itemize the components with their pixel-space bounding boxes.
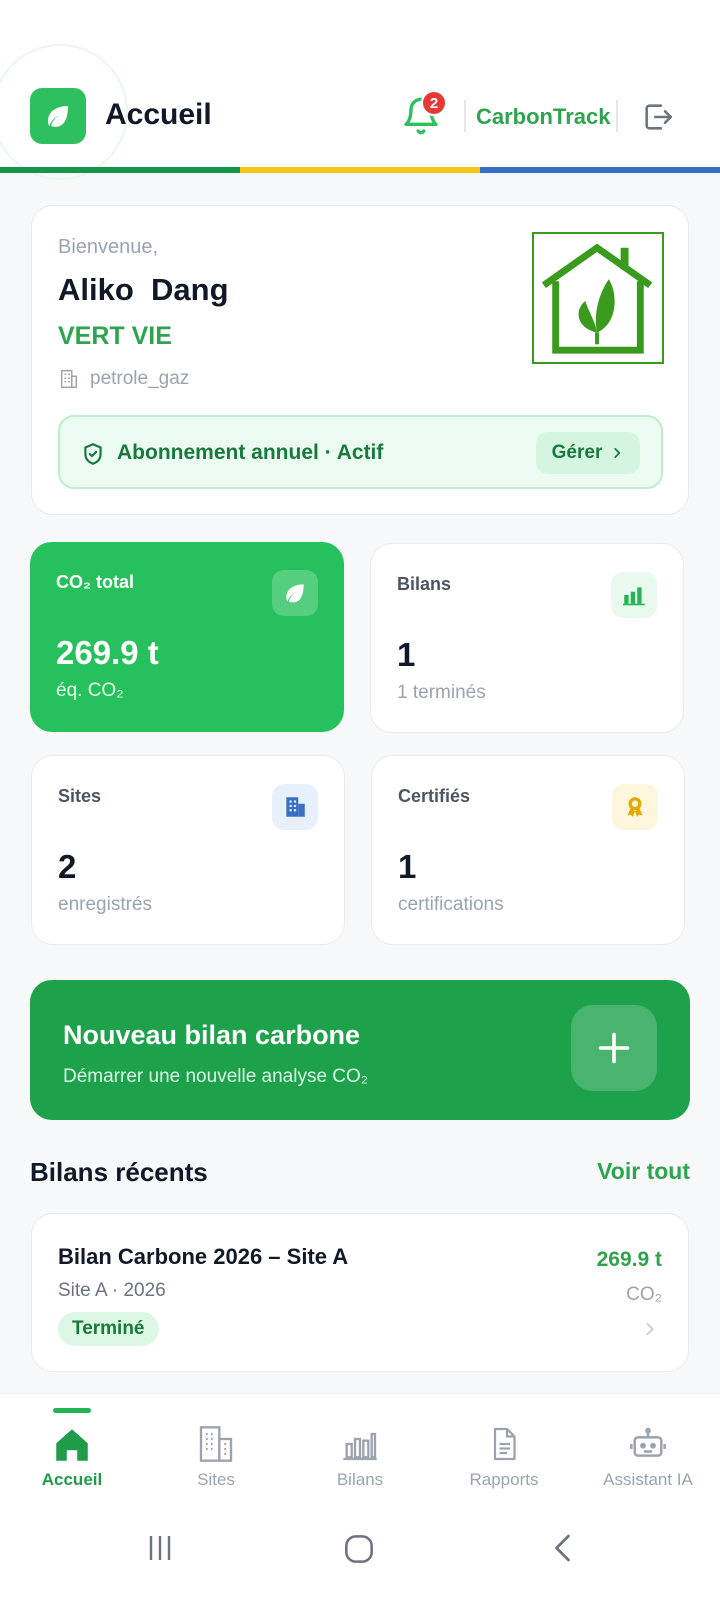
report-value: 269.9 t: [596, 1248, 662, 1271]
stat-bilans[interactable]: Bilans 1 1 terminés: [370, 543, 684, 733]
chevron-right-icon: [646, 1322, 654, 1336]
building-icon: [272, 784, 318, 830]
stat-sub: éq. CO₂: [56, 680, 124, 701]
nav-item-bilans[interactable]: Bilans: [288, 1394, 432, 1501]
bar-chart-icon: [343, 1432, 377, 1461]
manage-subscription-button[interactable]: Gérer: [536, 432, 640, 474]
nav-label: Assistant IA: [603, 1470, 693, 1489]
recent-apps-icon[interactable]: [142, 1530, 178, 1566]
greeting: Bienvenue,: [58, 236, 159, 258]
robot-icon: [630, 1427, 666, 1457]
nav-label: Bilans: [336, 1470, 384, 1489]
stat-certified[interactable]: Certifiés 1 certifications: [371, 755, 685, 945]
document-icon: [493, 1427, 516, 1461]
chevron-right-icon: [614, 448, 621, 458]
header-divider: [464, 100, 466, 132]
app-header: Accueil 2 CarbonTrack: [0, 0, 720, 180]
report-title: Bilan Carbone 2026 – Site A: [58, 1244, 349, 1269]
sector-row: petrole_gaz: [58, 368, 189, 390]
back-icon[interactable]: [546, 1530, 582, 1566]
stat-label: CO₂ total: [56, 572, 134, 592]
brand-name: CarbonTrack: [476, 104, 611, 129]
nav-item-sites[interactable]: Sites: [144, 1394, 288, 1501]
list-item[interactable]: Bilan Carbone 2026 – Site A Site A · 202…: [31, 1213, 689, 1372]
user-name: Aliko Dang: [58, 272, 229, 307]
active-indicator: [53, 1408, 91, 1413]
report-unit: CO₂: [626, 1284, 662, 1305]
stat-label: Certifiés: [398, 786, 471, 806]
nav-label: Rapports: [469, 1470, 539, 1489]
company-name: VERT VIE: [58, 322, 172, 350]
nav-item-home[interactable]: Accueil: [0, 1394, 144, 1501]
home-button-icon[interactable]: [340, 1530, 378, 1568]
page-title: Accueil: [105, 98, 212, 131]
nav-item-assistant[interactable]: Assistant IA: [576, 1394, 720, 1501]
bottom-nav: Accueil Sites Bilans Rapports Assistant …: [0, 1393, 720, 1500]
subscription-banner: Abonnement annuel · Actif Gérer: [58, 415, 663, 489]
plus-icon: [571, 1005, 657, 1091]
subscription-status: Abonnement annuel · Actif: [117, 441, 384, 464]
nav-label: Accueil: [41, 1470, 103, 1489]
shield-check-icon: [84, 443, 102, 465]
stat-label: Bilans: [397, 574, 452, 594]
nav-item-rapports[interactable]: Rapports: [432, 1394, 576, 1501]
stat-sites[interactable]: Sites 2 enregistrés: [31, 755, 345, 945]
section-title: Bilans récents: [30, 1157, 208, 1187]
stat-sub: 1 terminés: [397, 682, 486, 703]
stat-sub: enregistrés: [58, 894, 152, 915]
manage-label: Gérer: [551, 442, 603, 463]
company-logo: [532, 232, 664, 364]
report-subtitle: Site A · 2026: [58, 1280, 166, 1301]
app-logo[interactable]: [30, 88, 86, 144]
bar-chart-icon: [611, 572, 657, 618]
home-icon: [56, 1429, 88, 1461]
stat-sub: certifications: [398, 894, 504, 915]
welcome-card: Bienvenue, Aliko Dang VERT VIE petrole_g…: [31, 205, 689, 515]
header-divider: [616, 100, 618, 132]
award-icon: [612, 784, 658, 830]
leaf-icon: [48, 106, 68, 127]
leaf-icon: [272, 570, 318, 616]
stat-value: 1: [398, 848, 417, 885]
logout-icon[interactable]: [640, 100, 676, 134]
cta-title: Nouveau bilan carbone: [63, 1020, 361, 1050]
stat-value: 1: [397, 636, 416, 673]
stat-value: 2: [58, 848, 77, 885]
stat-label: Sites: [58, 786, 102, 806]
accent-bar: [0, 167, 720, 173]
system-nav-bar: [0, 1500, 720, 1600]
status-badge: Terminé: [58, 1312, 159, 1346]
notification-badge: 2: [421, 90, 447, 116]
see-all-link[interactable]: Voir tout: [597, 1158, 690, 1185]
stat-co2-total[interactable]: CO₂ total 269.9 t éq. CO₂: [30, 542, 344, 732]
stat-value: 269.9 t: [56, 634, 159, 671]
cta-subtitle: Démarrer une nouvelle analyse CO₂: [63, 1066, 369, 1087]
sector-label: petrole_gaz: [90, 368, 190, 389]
building-icon: [60, 370, 78, 388]
new-carbon-report-button[interactable]: Nouveau bilan carbone Démarrer une nouve…: [30, 980, 690, 1120]
nav-label: Sites: [197, 1470, 235, 1489]
building-icon: [199, 1426, 233, 1462]
